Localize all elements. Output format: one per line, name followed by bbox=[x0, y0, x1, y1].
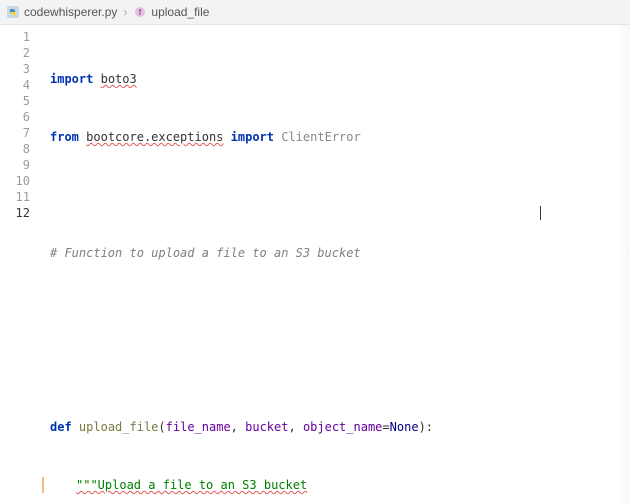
line-number: 1 bbox=[0, 29, 40, 45]
line-number: 5 bbox=[0, 93, 40, 109]
code-line: # Function to upload a file to an S3 buc… bbox=[40, 245, 616, 261]
editor-scroll-strip[interactable] bbox=[616, 25, 630, 504]
text-cursor-icon bbox=[540, 206, 541, 220]
breadcrumb-file[interactable]: codewhisperer.py bbox=[24, 5, 117, 19]
breadcrumb-symbol[interactable]: upload_file bbox=[151, 5, 209, 19]
code-editor[interactable]: 1 2 3 4 5 6 7 8 9 10 11 12 import boto3 … bbox=[0, 25, 630, 504]
code-line: import boto3 bbox=[40, 71, 616, 87]
line-number: 4 bbox=[0, 77, 40, 93]
code-line bbox=[40, 187, 616, 203]
line-number: 7 bbox=[0, 125, 40, 141]
code-line: from bootcore.exceptions import ClientEr… bbox=[40, 129, 616, 145]
breadcrumb: codewhisperer.py › f upload_file bbox=[0, 0, 630, 25]
line-number: 8 bbox=[0, 141, 40, 157]
code-line: """Upload a file to an S3 bucket bbox=[40, 477, 616, 493]
line-number: 12 bbox=[0, 205, 40, 221]
line-number: 9 bbox=[0, 157, 40, 173]
python-file-icon bbox=[6, 5, 20, 19]
line-number: 2 bbox=[0, 45, 40, 61]
code-content[interactable]: import boto3 from bootcore.exceptions im… bbox=[40, 25, 616, 504]
line-number: 10 bbox=[0, 173, 40, 189]
line-number: 11 bbox=[0, 189, 40, 205]
change-marker-icon bbox=[42, 477, 44, 493]
line-gutter: 1 2 3 4 5 6 7 8 9 10 11 12 bbox=[0, 25, 40, 504]
code-line bbox=[40, 303, 616, 319]
breadcrumb-separator-icon: › bbox=[123, 5, 127, 19]
function-icon: f bbox=[133, 5, 147, 19]
line-number: 6 bbox=[0, 109, 40, 125]
code-line bbox=[40, 361, 616, 377]
line-number: 3 bbox=[0, 61, 40, 77]
code-line: def upload_file(file_name, bucket, objec… bbox=[40, 419, 616, 435]
